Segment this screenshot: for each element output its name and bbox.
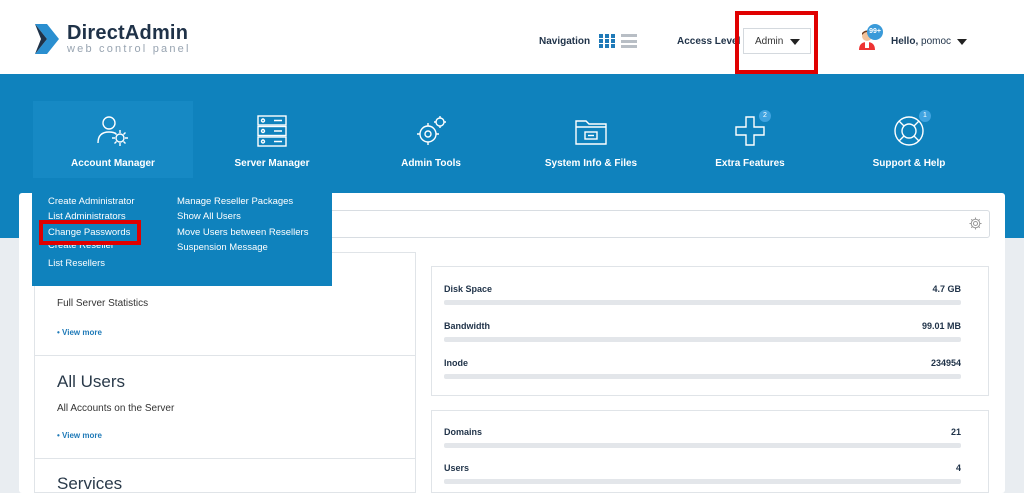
- stat-label: Inode: [444, 358, 468, 368]
- nav-system-info-files[interactable]: System Info & Files: [511, 101, 671, 193]
- menu-item-move-users[interactable]: Move Users between Resellers: [177, 227, 308, 238]
- support-help-badge: 1: [919, 110, 931, 122]
- nav-label-admin-tools: Admin Tools: [401, 158, 461, 169]
- highlight-box-access-level: [735, 11, 818, 74]
- stat-progress-bar: [444, 374, 961, 379]
- section-divider: [34, 458, 416, 459]
- nav-label-server-manager: Server Manager: [234, 158, 310, 169]
- stat-value: 234954: [930, 358, 961, 368]
- user-menu-chevron-icon[interactable]: [957, 39, 967, 45]
- highlight-box-change-passwords: [39, 220, 141, 245]
- logo-title: DirectAdmin: [67, 22, 189, 44]
- nav-admin-tools[interactable]: Admin Tools: [351, 101, 511, 193]
- stat-label: Disk Space: [444, 284, 493, 294]
- section-title-all-users: All Users: [57, 372, 126, 391]
- view-more-link-server-stats[interactable]: • View more: [57, 328, 102, 337]
- stat-value: 4.7 GB: [932, 284, 961, 294]
- folder-icon: [575, 120, 607, 145]
- stat-progress-bar: [444, 337, 961, 342]
- gear-icon[interactable]: [969, 217, 982, 230]
- nav-support-help[interactable]: 1 Support & Help: [829, 101, 989, 193]
- tools-gear-icon: [417, 116, 446, 145]
- notification-badge: 99+: [867, 24, 883, 40]
- stat-inode: Inode 234954: [444, 358, 961, 379]
- list-view-icon[interactable]: [621, 34, 637, 48]
- username: pomoc: [921, 36, 952, 47]
- menu-item-list-resellers[interactable]: List Resellers: [48, 258, 105, 269]
- stat-value: 4: [955, 463, 961, 473]
- logo-subtitle: web control panel: [67, 43, 191, 55]
- stat-value: 21: [950, 427, 961, 437]
- top-header: DirectAdmin web control panel Navigation…: [0, 0, 1024, 74]
- hello-prefix: Hello,: [891, 36, 919, 47]
- nav-label-system-info-files: System Info & Files: [544, 158, 638, 169]
- stat-domains: Domains 21: [444, 427, 961, 448]
- menu-item-suspension-message[interactable]: Suspension Message: [177, 242, 268, 253]
- section-divider: [34, 355, 416, 356]
- nav-extra-features[interactable]: 2 Extra Features: [670, 101, 830, 193]
- extra-features-badge: 2: [759, 110, 771, 122]
- user-greeting[interactable]: Hello, pomoc: [891, 36, 951, 47]
- stat-bandwidth: Bandwidth 99.01 MB: [444, 321, 961, 342]
- nav-label-account-manager: Account Manager: [71, 158, 155, 169]
- grid-view-icon[interactable]: [599, 34, 615, 48]
- stat-progress-bar: [444, 479, 961, 484]
- navigation-label: Navigation: [539, 36, 591, 47]
- view-more-link-all-users[interactable]: • View more: [57, 431, 102, 440]
- menu-item-manage-reseller-packages[interactable]: Manage Reseller Packages: [177, 196, 293, 207]
- nav-label-support-help: Support & Help: [872, 158, 946, 169]
- directadmin-logo-icon: [35, 24, 59, 54]
- stat-label: Bandwidth: [444, 321, 490, 331]
- access-level-label: Access Level: [677, 36, 741, 47]
- logo[interactable]: DirectAdmin web control panel: [33, 22, 191, 56]
- server-icon: [257, 115, 287, 147]
- nav-label-extra-features: Extra Features: [715, 158, 785, 169]
- stat-label: Domains: [444, 427, 483, 437]
- section-subtitle-all-users: All Accounts on the Server: [57, 403, 175, 414]
- menu-item-show-all-users[interactable]: Show All Users: [177, 211, 241, 222]
- stat-progress-bar: [444, 300, 961, 305]
- users-gear-icon: [97, 116, 128, 146]
- stat-label: Users: [444, 463, 470, 473]
- section-title-services: Services: [57, 474, 123, 493]
- stat-value: 99.01 MB: [921, 321, 961, 331]
- section-subtitle-server-stats: Full Server Statistics: [57, 298, 149, 309]
- stat-users: Users 4: [444, 463, 961, 484]
- stat-progress-bar: [444, 443, 961, 448]
- menu-item-create-administrator[interactable]: Create Administrator: [48, 196, 135, 207]
- stat-disk-space: Disk Space 4.7 GB: [444, 284, 961, 305]
